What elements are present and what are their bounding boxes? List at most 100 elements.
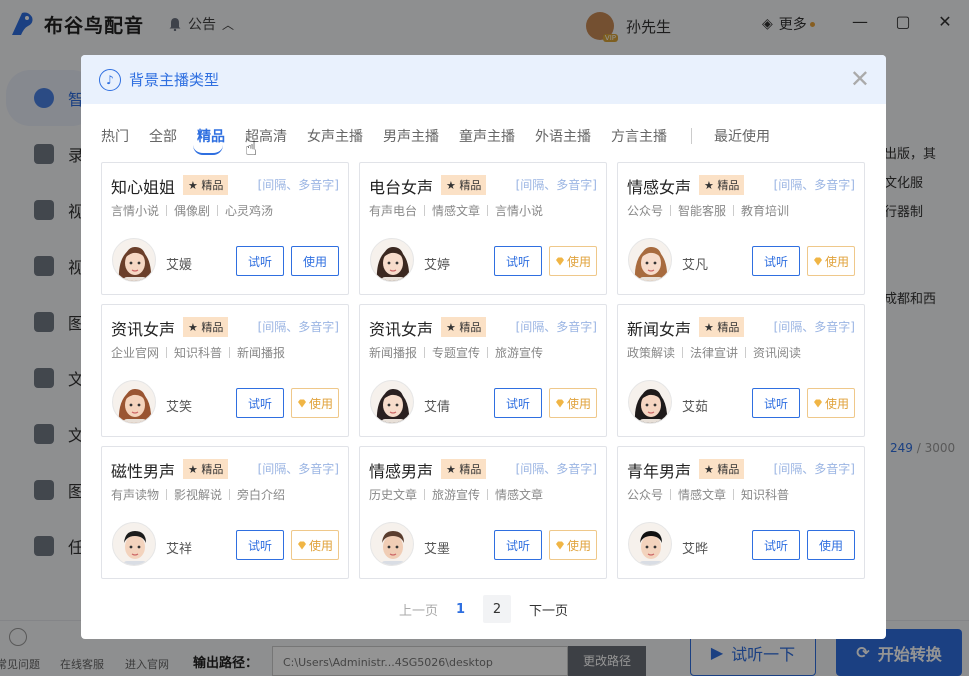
listen-button[interactable]: 试听 <box>494 246 542 276</box>
tag-divider <box>745 347 747 358</box>
listen-button[interactable]: 试听 <box>494 530 542 560</box>
use-label: 使用 <box>566 254 591 269</box>
anchor-name: 艾媛 <box>166 258 193 273</box>
music-note-icon: ♪ <box>99 68 121 91</box>
portrait-icon <box>118 247 152 281</box>
tab-8[interactable]: 方言主播 <box>611 126 667 146</box>
anchor-avatar <box>112 522 156 566</box>
tag-divider <box>229 347 231 358</box>
use-button[interactable]: 使用 <box>807 246 855 276</box>
listen-button[interactable]: 试听 <box>752 246 800 276</box>
listen-button[interactable]: 试听 <box>752 388 800 418</box>
premium-badge: ★ 精品 <box>441 317 487 337</box>
portrait-icon <box>376 247 410 281</box>
anchor-tag: 教育培训 <box>741 204 790 218</box>
anchor-card[interactable]: 情感女声 ★ 精品 [间隔、多音字] 公众号 智能客服 教育培训 艾凡 试听 使用 <box>617 162 865 295</box>
tag-divider <box>217 205 219 216</box>
use-label: 使用 <box>302 254 327 269</box>
close-icon[interactable]: ✕ <box>850 65 870 93</box>
anchor-tag: 专题宣传 <box>432 346 481 360</box>
use-label: 使用 <box>308 396 333 411</box>
anchor-card[interactable]: 青年男声 ★ 精品 [间隔、多音字] 公众号 情感文章 知识科普 艾晔 试听 使用 <box>617 446 865 579</box>
tab-4[interactable]: 女声主播 <box>307 126 363 146</box>
tab-2[interactable]: 精品 <box>193 126 225 155</box>
tab-0[interactable]: 热门 <box>101 126 129 146</box>
use-label: 使用 <box>824 396 849 411</box>
prev-page-button[interactable]: 上一页 <box>399 600 438 619</box>
anchor-tag: 公众号 <box>627 204 664 218</box>
portrait-icon <box>118 389 152 423</box>
portrait-icon <box>639 531 663 565</box>
anchor-card[interactable]: 资讯女声 ★ 精品 [间隔、多音字] 新闻播报 专题宣传 旅游宣传 艾倩 试听 使用 <box>359 304 607 437</box>
portrait-icon <box>376 389 410 423</box>
anchor-tag: 新闻播报 <box>237 346 286 360</box>
tag-divider <box>166 205 168 216</box>
feature-flags: [间隔、多音字] <box>257 462 339 476</box>
feature-flags: [间隔、多音字] <box>773 320 855 334</box>
anchor-tag: 旁白介绍 <box>237 488 286 502</box>
anchor-tag: 情感文章 <box>678 488 727 502</box>
listen-button[interactable]: 试听 <box>752 530 800 560</box>
use-button[interactable]: 使用 <box>549 246 597 276</box>
anchor-name: 艾倩 <box>424 400 451 415</box>
anchor-tags: 政策解读 法律宣讲 资讯阅读 <box>627 344 801 361</box>
anchor-card[interactable]: 知心姐姐 ★ 精品 [间隔、多音字] 言情小说 偶像剧 心灵鸡汤 艾媛 试听 使用 <box>101 162 349 295</box>
use-button[interactable]: 使用 <box>807 388 855 418</box>
anchor-tag: 政策解读 <box>627 346 676 360</box>
anchor-card[interactable]: 情感男声 ★ 精品 [间隔、多音字] 历史文章 旅游宣传 情感文章 艾墨 试听 使用 <box>359 446 607 579</box>
diamond-icon <box>555 399 564 407</box>
use-button[interactable]: 使用 <box>549 530 597 560</box>
anchor-style-title: 资讯女声 <box>111 320 176 339</box>
anchor-card[interactable]: 电台女声 ★ 精品 [间隔、多音字] 有声电台 情感文章 言情小说 艾婷 试听 使用 <box>359 162 607 295</box>
listen-button[interactable]: 试听 <box>494 388 542 418</box>
diamond-icon <box>555 257 564 265</box>
use-label: 使用 <box>566 396 591 411</box>
listen-button[interactable]: 试听 <box>236 246 284 276</box>
anchor-avatar <box>628 238 672 282</box>
next-page-button[interactable]: 下一页 <box>529 600 568 619</box>
anchor-avatar <box>370 238 414 282</box>
anchor-tags: 企业官网 知识科普 新闻播报 <box>111 344 285 361</box>
anchor-name: 艾婷 <box>424 258 451 273</box>
anchor-tag: 心灵鸡汤 <box>225 204 274 218</box>
anchor-tag: 智能客服 <box>678 204 727 218</box>
tag-divider <box>733 205 735 216</box>
use-button[interactable]: 使用 <box>807 530 855 560</box>
anchor-card[interactable]: 新闻女声 ★ 精品 [间隔、多音字] 政策解读 法律宣讲 资讯阅读 艾茹 试听 使用 <box>617 304 865 437</box>
page-2-button[interactable]: 2 <box>483 595 512 623</box>
use-button[interactable]: 使用 <box>549 388 597 418</box>
anchor-tag: 言情小说 <box>495 204 544 218</box>
use-button[interactable]: 使用 <box>291 246 339 276</box>
tab-1[interactable]: 全部 <box>149 126 177 146</box>
page-1-button[interactable]: 1 <box>456 602 465 617</box>
anchor-tags: 有声电台 情感文章 言情小说 <box>369 202 543 219</box>
premium-badge: ★ 精品 <box>699 317 745 337</box>
listen-button[interactable]: 试听 <box>236 530 284 560</box>
tag-divider <box>487 205 489 216</box>
tag-divider <box>487 347 489 358</box>
tab-5[interactable]: 男声主播 <box>383 126 439 146</box>
tab-6[interactable]: 童声主播 <box>459 126 515 146</box>
premium-badge: ★ 精品 <box>699 175 745 195</box>
anchor-tag: 法律宣讲 <box>690 346 739 360</box>
use-label: 使用 <box>824 254 849 269</box>
anchor-avatar <box>370 380 414 424</box>
use-button[interactable]: 使用 <box>291 530 339 560</box>
anchor-avatar <box>628 522 672 566</box>
anchor-style-title: 磁性男声 <box>111 462 176 481</box>
anchor-tag: 新闻播报 <box>369 346 418 360</box>
listen-button[interactable]: 试听 <box>236 388 284 418</box>
anchor-tag: 情感文章 <box>432 204 481 218</box>
diamond-icon <box>555 541 564 549</box>
tab-7[interactable]: 外语主播 <box>535 126 591 146</box>
anchor-tag: 旅游宣传 <box>432 488 481 502</box>
anchor-card[interactable]: 资讯女声 ★ 精品 [间隔、多音字] 企业官网 知识科普 新闻播报 艾笑 试听 使用 <box>101 304 349 437</box>
anchor-tag: 偶像剧 <box>174 204 211 218</box>
anchor-style-title: 资讯女声 <box>369 320 434 339</box>
portrait-icon <box>634 247 668 281</box>
tab-recent[interactable]: 最近使用 <box>714 126 770 146</box>
use-button[interactable]: 使用 <box>291 388 339 418</box>
tag-divider <box>424 489 426 500</box>
anchor-card[interactable]: 磁性男声 ★ 精品 [间隔、多音字] 有声读物 影视解说 旁白介绍 艾祥 试听 使用 <box>101 446 349 579</box>
tag-divider <box>424 205 426 216</box>
